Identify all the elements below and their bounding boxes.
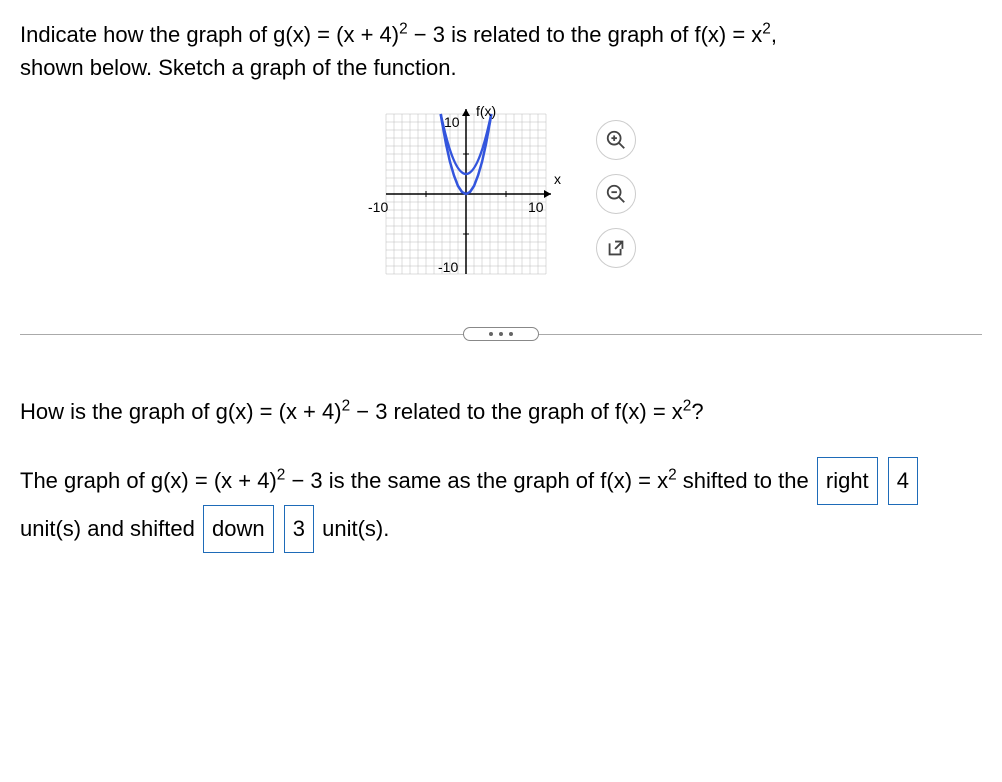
zoom-out-icon bbox=[605, 183, 627, 205]
graph-area: f(x) x -10 10 10 -10 bbox=[366, 104, 566, 284]
vertical-direction-input[interactable]: down bbox=[203, 505, 274, 553]
zoom-out-button[interactable] bbox=[596, 174, 636, 214]
vertical-units-input[interactable]: 3 bbox=[284, 505, 314, 553]
sub-question: How is the graph of g(x) = (x + 4)2 − 3 … bbox=[20, 394, 982, 429]
answer-text-3: shifted to the bbox=[677, 468, 809, 493]
function-graph[interactable]: f(x) x -10 10 10 -10 bbox=[366, 104, 566, 284]
question-text-1: Indicate how the graph of g(x) = (x + 4) bbox=[20, 22, 399, 47]
ymax-label: 10 bbox=[444, 114, 460, 130]
zoom-in-button[interactable] bbox=[596, 120, 636, 160]
exponent: 2 bbox=[668, 467, 677, 484]
answer-line: The graph of g(x) = (x + 4) 2 − 3 is the … bbox=[20, 457, 982, 553]
exponent: 2 bbox=[762, 21, 771, 38]
question-text-3: , bbox=[771, 22, 777, 47]
graph-tools bbox=[596, 120, 636, 268]
main-question: Indicate how the graph of g(x) = (x + 4)… bbox=[20, 18, 982, 84]
y-axis-label: f(x) bbox=[476, 104, 496, 119]
popout-button[interactable] bbox=[596, 228, 636, 268]
question-text-2: − 3 is related to the graph of f(x) = x bbox=[408, 22, 763, 47]
popout-icon bbox=[605, 237, 627, 259]
divider bbox=[20, 324, 982, 344]
answer-text-2: − 3 is the same as the graph of f(x) = x bbox=[285, 468, 668, 493]
xmax-label: 10 bbox=[528, 199, 544, 215]
exponent: 2 bbox=[342, 398, 351, 415]
horizontal-direction-input[interactable]: right bbox=[817, 457, 878, 505]
zoom-in-icon bbox=[605, 129, 627, 151]
graph-row: f(x) x -10 10 10 -10 bbox=[20, 104, 982, 284]
expand-button[interactable] bbox=[463, 327, 539, 341]
subq-text-3: ? bbox=[691, 399, 703, 424]
ymin-label: -10 bbox=[438, 259, 458, 275]
answer-text-4: unit(s) and shifted bbox=[20, 516, 195, 541]
x-axis-label: x bbox=[554, 171, 561, 187]
answer-text-5: unit(s). bbox=[322, 516, 389, 541]
exponent: 2 bbox=[399, 21, 408, 38]
subq-text-1: How is the graph of g(x) = (x + 4) bbox=[20, 399, 342, 424]
answer-text-1: The graph of g(x) = (x + 4) bbox=[20, 468, 277, 493]
horizontal-units-input[interactable]: 4 bbox=[888, 457, 918, 505]
question-line2: shown below. Sketch a graph of the funct… bbox=[20, 55, 457, 80]
xmin-label: -10 bbox=[368, 199, 388, 215]
subq-text-2: − 3 related to the graph of f(x) = x bbox=[350, 399, 683, 424]
